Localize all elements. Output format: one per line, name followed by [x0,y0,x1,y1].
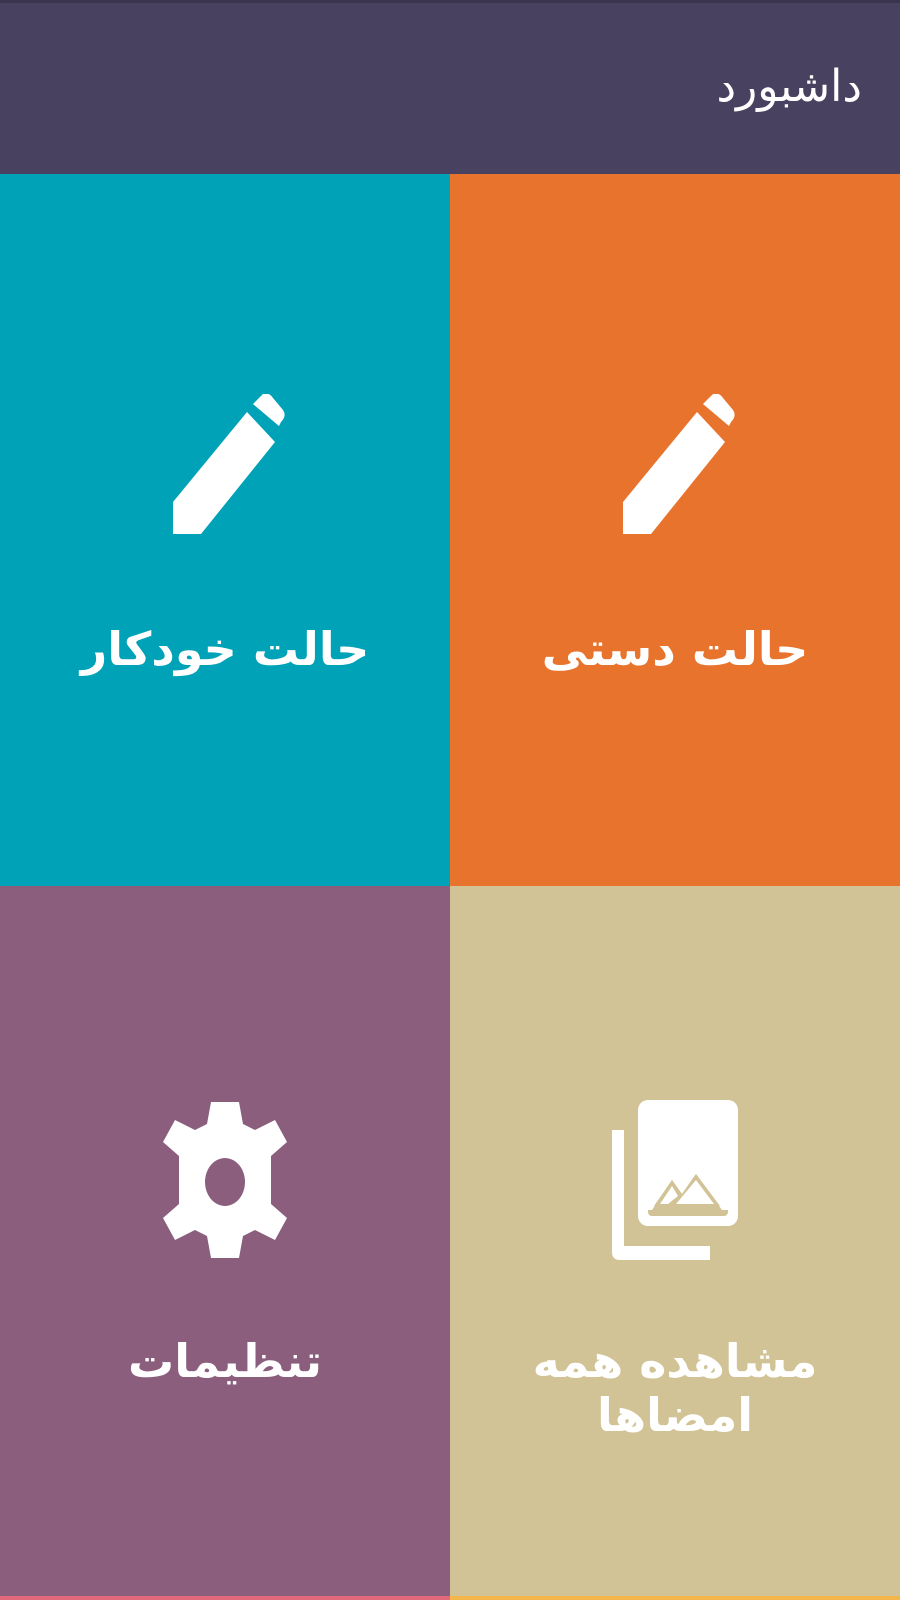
bottom-accent-strip-right [450,1596,900,1600]
app-title: داشبورد [716,61,862,112]
gear-icon [163,1102,287,1258]
manual-mode-label: حالت دستی [541,622,809,676]
pencil-icon [623,394,735,534]
dashboard-screen: داشبورد حالت دستی حالت خودکار مشاهده همه… [0,0,900,1600]
auto-mode-tile[interactable]: حالت خودکار [0,174,450,886]
view-signatures-tile[interactable]: مشاهده همه امضاها [450,886,900,1596]
pencil-icon [173,394,285,534]
view-signatures-label: مشاهده همه امضاها [532,1334,818,1442]
settings-label: تنظیمات [128,1334,322,1388]
app-bar: داشبورد [0,0,900,174]
settings-tile[interactable]: تنظیمات [0,886,450,1596]
bottom-accent-strip-left [0,1596,450,1600]
manual-mode-tile[interactable]: حالت دستی [450,174,900,886]
gallery-icon [612,1100,738,1260]
auto-mode-label: حالت خودکار [80,622,370,676]
